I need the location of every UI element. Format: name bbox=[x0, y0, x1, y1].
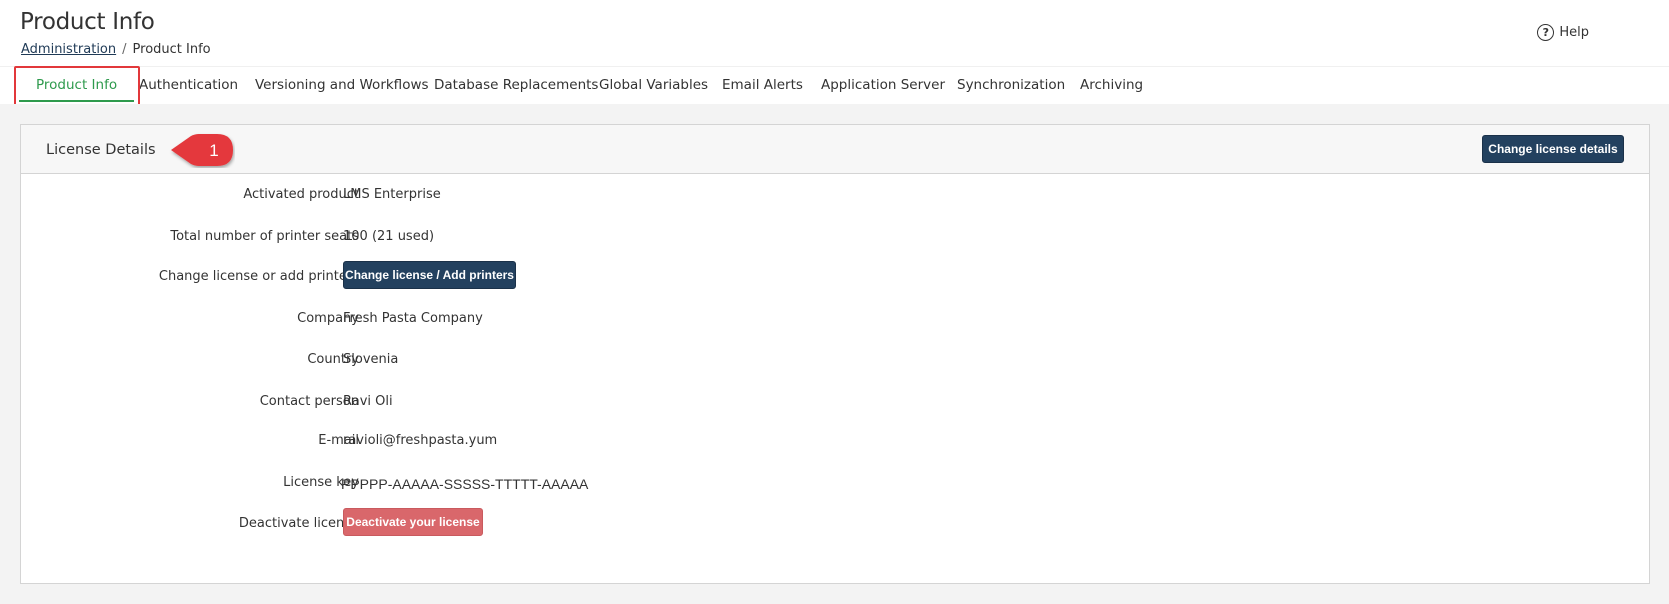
contact-person-value: Ravi Oli bbox=[343, 394, 393, 409]
breadcrumb-separator: / bbox=[122, 42, 127, 57]
question-circle-icon: ? bbox=[1537, 24, 1555, 41]
callout-number: 1 bbox=[209, 141, 218, 160]
activated-product-label: Activated product bbox=[243, 187, 359, 202]
tab-versioning-and-workflows[interactable]: Versioning and Workflows bbox=[255, 67, 429, 105]
page-header: Product Info Administration / Product Info… bbox=[0, 0, 1669, 62]
tab-label: Database Replacements bbox=[434, 77, 599, 93]
tab-archiving[interactable]: Archiving bbox=[1080, 67, 1143, 105]
tab-label: Archiving bbox=[1080, 77, 1144, 93]
card-title: License Details bbox=[46, 142, 156, 158]
tab-authentication[interactable]: Authentication bbox=[139, 67, 238, 105]
email-value: ravioli@freshpasta.yum bbox=[343, 433, 498, 448]
breadcrumb-administration-link[interactable]: Administration bbox=[21, 42, 116, 57]
tab-email-alerts[interactable]: Email Alerts bbox=[722, 67, 803, 105]
numbered-callout-icon: 1 bbox=[171, 134, 233, 166]
tab-database-replacements[interactable]: Database Replacements bbox=[434, 67, 598, 105]
tab-label: Authentication bbox=[139, 77, 239, 93]
tab-label: Versioning and Workflows bbox=[255, 77, 429, 93]
help-label: Help bbox=[1559, 25, 1589, 40]
change-license-label: Change license or add printers bbox=[158, 269, 359, 284]
card-header: License Details 1 Change license details bbox=[21, 125, 1649, 174]
tab-label: Synchronization bbox=[957, 77, 1066, 93]
tab-label: Email Alerts bbox=[722, 77, 803, 93]
tab-label: Application Server bbox=[821, 77, 945, 93]
breadcrumb-current: Product Info bbox=[132, 42, 211, 57]
active-tab-underline bbox=[19, 100, 135, 102]
tab-label: Global Variables bbox=[599, 77, 709, 93]
tab-product-info[interactable]: Product Info bbox=[19, 67, 135, 105]
deactivate-license-label: Deactivate license bbox=[238, 516, 359, 531]
breadcrumb: Administration / Product Info bbox=[21, 42, 211, 57]
country-value: Slovenia bbox=[343, 352, 399, 367]
tab-label: Product Info bbox=[36, 77, 118, 93]
tab-application-server[interactable]: Application Server bbox=[821, 67, 945, 105]
change-license-add-printers-button[interactable]: Change license / Add printers bbox=[343, 261, 516, 289]
tab-global-variables[interactable]: Global Variables bbox=[599, 67, 708, 105]
printer-seats-label: Total number of printer seats bbox=[170, 229, 359, 244]
page-title: Product Info bbox=[20, 9, 155, 35]
change-license-details-button[interactable]: Change license details bbox=[1482, 135, 1624, 163]
printer-seats-value: 100 (21 used) bbox=[343, 229, 435, 244]
activated-product-value: LMS Enterprise bbox=[343, 187, 441, 202]
license-details-card: License Details 1 Change license details… bbox=[20, 124, 1650, 584]
company-value: Fresh Pasta Company bbox=[343, 311, 483, 326]
help-link[interactable]: ? Help bbox=[1537, 24, 1589, 41]
tab-synchronization[interactable]: Synchronization bbox=[957, 67, 1065, 105]
tab-bar: Product Info Authentication Versioning a… bbox=[0, 66, 1669, 104]
deactivate-license-button[interactable]: Deactivate your license bbox=[343, 508, 483, 536]
license-key-value: PPPPP-AAAAA-SSSSS-TTTTT-AAAAA bbox=[341, 476, 589, 492]
